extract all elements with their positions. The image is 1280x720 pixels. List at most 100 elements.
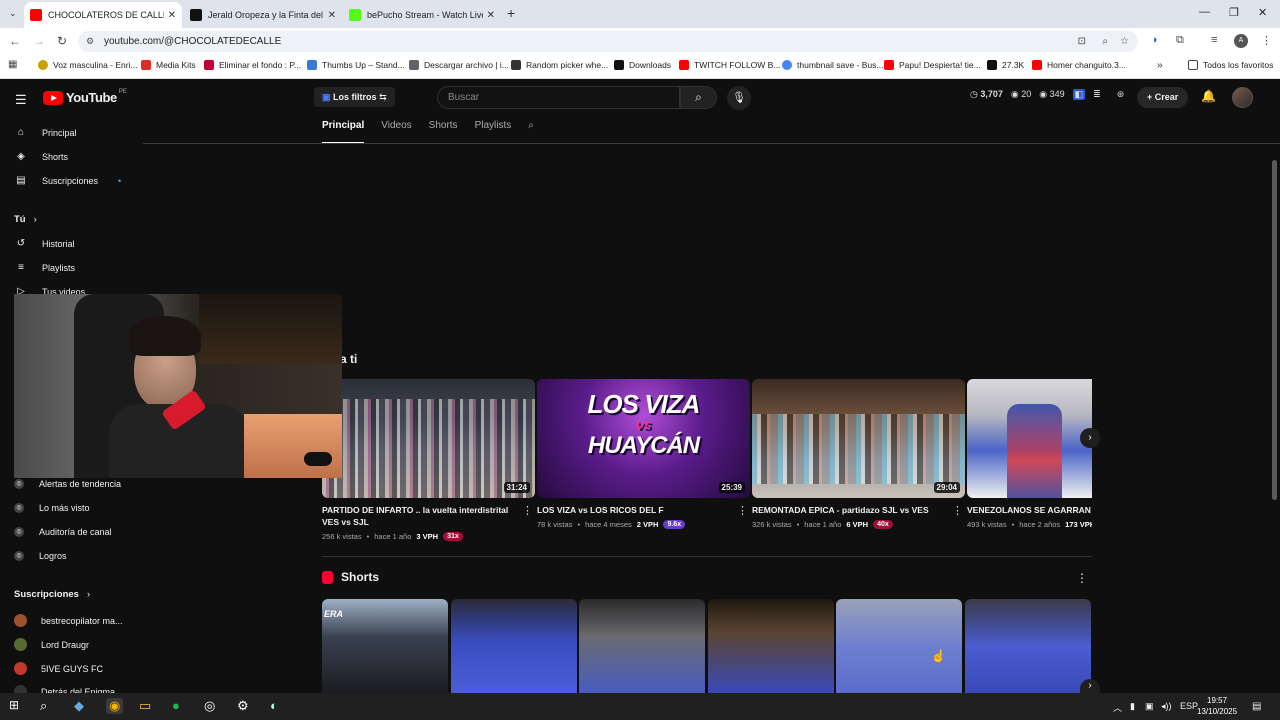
video-card[interactable]: LOS VIZA VS HUAYCÁN 25:39 LOS VIZA vs LO… [537,379,750,529]
bookmark-item[interactable]: thumbnail save - Bus... [782,60,883,70]
sidebar-item-achievements[interactable]: ◎ Logros [14,551,67,561]
subscription-channel[interactable]: 5IVE GUYS FC [14,662,103,675]
carousel-next-button[interactable]: › [1080,428,1100,448]
bookmark-item[interactable]: Papu! Despierta! tie... [884,60,981,70]
bookmark-item[interactable]: 27.3K [987,60,1024,70]
tab-tiktok[interactable]: Jerald Oropeza y la Finta del Sh ✕ [184,2,342,28]
extension-icon[interactable]: ◗ [1152,34,1159,46]
sidebar-item-playlists[interactable]: ≡ Playlists [14,262,75,273]
video-thumbnail[interactable] [967,379,1092,498]
video-thumbnail[interactable]: LOS VIZA VS HUAYCÁN 25:39 [537,379,750,498]
scrollbar[interactable] [1272,160,1277,500]
steam-icon[interactable]: ◐ [270,698,278,713]
bookmark-item[interactable]: Thumbs Up – Stand... [307,60,405,70]
short-thumbnail[interactable] [965,599,1091,693]
list-icon[interactable]: ≣ [1093,89,1101,100]
windows-start-icon[interactable]: ⊞ [9,698,19,712]
close-icon[interactable]: ✕ [328,10,336,21]
more-options-icon[interactable]: ⋮ [522,504,533,517]
bookmark-item[interactable]: Downloads [614,60,671,70]
bookmark-item[interactable]: Descargar archivo | i... [409,60,509,70]
video-card[interactable]: VENEZOLANOS SE AGARRAN CON 493 k vistas•… [967,379,1092,529]
mic-tray-icon[interactable]: ▮ [1130,701,1135,712]
minimize-icon[interactable]: — [1199,6,1210,18]
network-icon[interactable]: ▣ [1145,701,1154,712]
sidebar-item-shorts[interactable]: ◈ Shorts [14,151,68,162]
video-card[interactable]: 31:24 PARTIDO DE INFARTO .. la vuelta in… [322,379,535,541]
bookmark-item[interactable]: TWITCH FOLLOW B... [679,60,780,70]
sidebar-item-trend-alerts[interactable]: ◎ Alertas de tendencia [14,479,121,489]
sidebar-section-subscriptions[interactable]: Suscripciones › [14,589,90,600]
close-window-icon[interactable]: ✕ [1258,6,1267,19]
short-thumbnail[interactable] [579,599,705,693]
zoom-icon[interactable]: ⌕ [1102,31,1108,52]
more-options-icon[interactable]: ⋮ [1076,571,1088,585]
video-thumbnail[interactable]: 31:24 [322,379,535,498]
new-tab-icon[interactable]: + [507,5,515,21]
star-icon[interactable]: ☆ [1120,31,1129,52]
spotify-icon[interactable]: ● [172,698,180,713]
video-title[interactable]: VENEZOLANOS SE AGARRAN CON [967,504,1092,516]
pin-icon[interactable]: ⊛ [1117,89,1125,100]
create-button[interactable]: + Crear [1137,87,1189,108]
taskbar-search-icon[interactable]: ⌕ [40,698,47,714]
shorts-next-button[interactable]: › [1080,679,1100,693]
tab-youtube[interactable]: CHOCOLATEROS DE CALLE - Yo ✕ [24,2,182,28]
channel-search-icon[interactable]: ⌕ [528,120,534,144]
apps-icon[interactable]: ▦ [8,59,17,70]
bookmark-item[interactable]: Voz masculina - Enri... [38,60,138,70]
puzzle-icon[interactable]: ⧉ [1176,34,1184,47]
taskbar-clock[interactable]: 19:57 13/10/2025 [1197,695,1237,717]
close-icon[interactable]: ✕ [487,10,495,21]
search-button[interactable]: ⌕ [680,86,717,109]
tab-principal[interactable]: Principal [322,120,365,144]
video-title[interactable]: REMONTADA EPICA - partidazo SJL vs VES [752,504,965,516]
search-input[interactable]: Buscar [437,86,680,109]
back-icon[interactable]: ← [9,34,21,48]
bookmark-item[interactable]: Media Kits [141,60,196,70]
volume-icon[interactable]: ◂)) [1161,701,1172,712]
notifications-icon[interactable]: 🔔 [1201,89,1216,103]
forward-icon[interactable]: → [33,34,45,48]
bookmark-item[interactable]: Random picker whe... [511,60,608,70]
sidebar-item-most-viewed[interactable]: ◎ Lo más visto [14,503,90,513]
notification-center-icon[interactable]: ▤ [1252,701,1261,712]
video-thumbnail[interactable]: 29:04 [752,379,965,498]
close-icon[interactable]: ✕ [168,10,176,21]
file-explorer-icon[interactable]: ▭ [139,698,151,714]
language-indicator[interactable]: ESP [1180,701,1198,711]
sidebar-item-channel-audit[interactable]: ◎ Auditoría de canal [14,527,112,537]
kebab-menu-icon[interactable]: ⋮ [1261,34,1272,47]
profile-avatar[interactable]: A [1234,34,1248,48]
chrome-icon[interactable]: ◉ [106,698,124,714]
sidebar-item-subscriptions[interactable]: ▤ Suscripciones • [14,175,121,186]
restore-icon[interactable]: ❐ [1229,6,1239,19]
video-title[interactable]: LOS VIZA vs LOS RICOS DEL F [537,504,750,516]
filters-extension-button[interactable]: ▣ Los filtros ⇆ [314,87,395,107]
sidebar-section-you[interactable]: Tú › [14,214,37,225]
youtube-logo[interactable]: YouTube PE [43,89,127,105]
copilot-icon[interactable]: ◆ [74,698,84,714]
video-card[interactable]: 29:04 REMONTADA EPICA - partidazo SJL vs… [752,379,965,529]
tab-playlists[interactable]: Playlists [475,120,512,144]
tray-chevron-icon[interactable]: ︿ [1113,701,1122,714]
media-icon[interactable]: ≡ [1211,34,1217,46]
vidiq-icon[interactable]: ◧ [1072,89,1086,100]
hamburger-icon[interactable]: ☰ [15,92,27,108]
more-options-icon[interactable]: ⋮ [737,504,748,517]
bookmark-item[interactable]: Homer changuito.3... [1032,60,1126,70]
all-bookmarks[interactable]: Todos los favoritos [1188,60,1273,70]
short-thumbnail[interactable]: ☝ [836,599,962,693]
video-title[interactable]: PARTIDO DE INFARTO .. la vuelta interdis… [322,504,535,528]
voice-search-button[interactable]: 🎙 [727,86,751,110]
subscription-channel[interactable]: bestrecopilator ma... [14,614,123,627]
obs-icon[interactable]: ◎ [204,698,215,714]
short-thumbnail[interactable] [451,599,577,693]
tab-search-icon[interactable]: ⌄ [9,8,17,19]
settings-icon[interactable]: ⚙ [237,698,249,714]
account-avatar[interactable] [1232,87,1253,108]
more-options-icon[interactable]: ⋮ [952,504,963,517]
sidebar-item-principal[interactable]: ⌂ Principal [14,127,77,138]
subscription-channel[interactable]: Lord Draugr [14,638,89,651]
tab-videos[interactable]: Videos [381,120,411,144]
